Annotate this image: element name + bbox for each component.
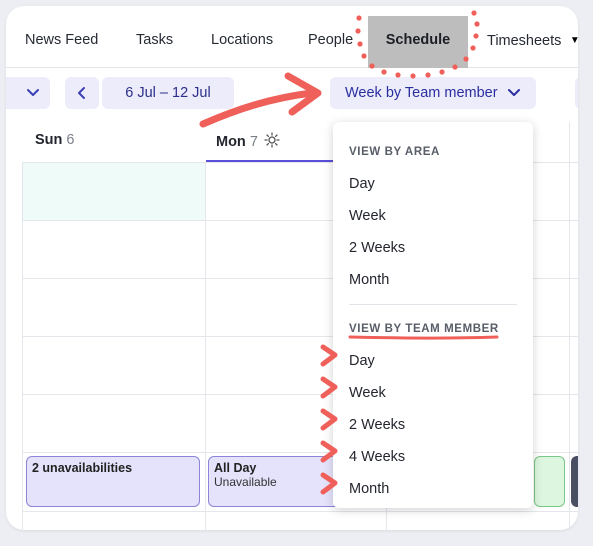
day-header-sun: Sun 6 bbox=[35, 132, 75, 148]
top-navigation: News Feed Tasks Locations People Schedul… bbox=[6, 6, 578, 68]
view-selector-dropdown[interactable]: Week by Team member bbox=[330, 77, 536, 109]
view-by-team-member-heading: VIEW BY TEAM MEMBER bbox=[349, 323, 499, 335]
date-range-button[interactable]: 6 Jul – 12 Jul bbox=[102, 77, 234, 109]
day-number: 7 bbox=[249, 134, 258, 150]
grid-line bbox=[569, 122, 570, 530]
menu-item-area-month[interactable]: Month bbox=[349, 272, 389, 288]
chevron-down-icon bbox=[27, 89, 39, 96]
chevron-down-icon bbox=[508, 89, 520, 96]
grid-line bbox=[22, 511, 578, 512]
menu-item-member-day[interactable]: Day bbox=[349, 353, 375, 369]
nav-people[interactable]: People bbox=[308, 32, 353, 48]
menu-item-member-week[interactable]: Week bbox=[349, 385, 386, 401]
grid-line bbox=[22, 162, 23, 530]
selected-day-indicator bbox=[206, 160, 336, 162]
app-window: News Feed Tasks Locations People Schedul… bbox=[6, 6, 578, 530]
menu-item-area-2-weeks[interactable]: 2 Weeks bbox=[349, 240, 405, 256]
nav-timesheets[interactable]: Timesheets ▼ bbox=[487, 32, 578, 50]
previous-week-button[interactable] bbox=[65, 77, 99, 109]
nav-timesheets-label: Timesheets bbox=[487, 33, 562, 49]
day-name: Sun bbox=[35, 132, 63, 148]
menu-divider bbox=[349, 304, 517, 305]
view-selector-label: Week by Team member bbox=[345, 85, 498, 101]
day-name: Mon bbox=[216, 134, 246, 150]
today-cell[interactable] bbox=[23, 163, 205, 220]
menu-item-area-day[interactable]: Day bbox=[349, 176, 375, 192]
view-dropdown-menu: VIEW BY AREA Day Week 2 Weeks Month VIEW… bbox=[333, 122, 533, 508]
event-title: 2 unavailabilities bbox=[32, 461, 133, 475]
sun-icon bbox=[264, 132, 280, 148]
chevron-down-icon: ▼ bbox=[569, 35, 578, 47]
menu-item-member-month[interactable]: Month bbox=[349, 481, 389, 497]
shift-event[interactable] bbox=[571, 456, 578, 507]
nav-tasks[interactable]: Tasks bbox=[136, 32, 173, 48]
nav-schedule[interactable]: Schedule bbox=[368, 16, 468, 68]
shift-event[interactable] bbox=[534, 456, 565, 507]
menu-item-area-week[interactable]: Week bbox=[349, 208, 386, 224]
nav-locations[interactable]: Locations bbox=[211, 32, 273, 48]
day-header-mon: Mon 7 bbox=[216, 132, 280, 150]
menu-item-member-4-weeks[interactable]: 4 Weeks bbox=[349, 449, 405, 465]
day-number: 6 bbox=[66, 132, 75, 148]
chevron-left-icon bbox=[78, 87, 85, 99]
grid-line bbox=[205, 162, 206, 530]
nav-news-feed[interactable]: News Feed bbox=[25, 32, 98, 48]
menu-item-member-2-weeks[interactable]: 2 Weeks bbox=[349, 417, 405, 433]
view-by-area-heading: VIEW BY AREA bbox=[349, 146, 440, 158]
team-selector-button[interactable] bbox=[6, 77, 50, 109]
next-control-button[interactable] bbox=[575, 77, 578, 109]
unavailability-event[interactable]: 2 unavailabilities bbox=[26, 456, 200, 507]
